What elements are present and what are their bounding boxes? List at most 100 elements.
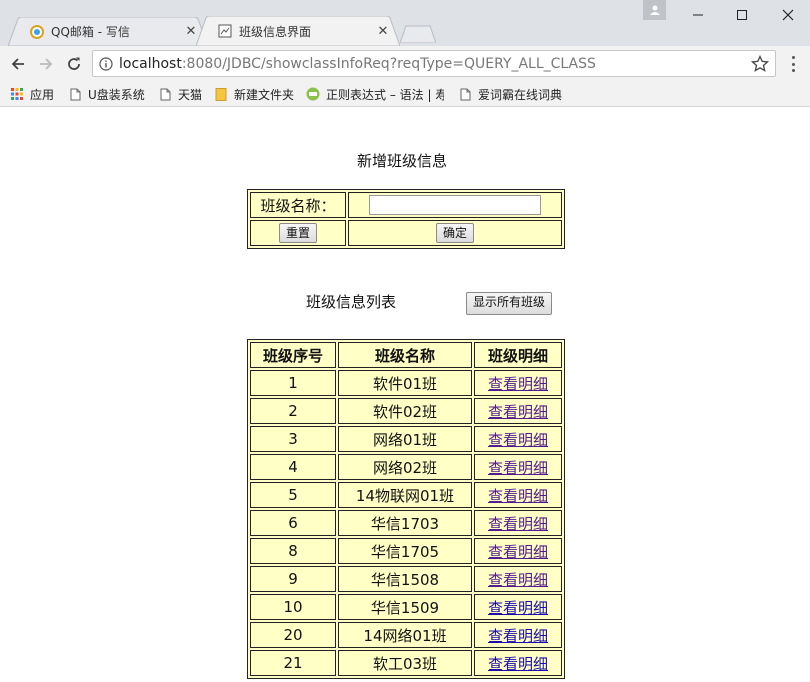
tab-class-info[interactable]: 班级信息界面 ✕ — [196, 16, 400, 46]
view-detail-link[interactable]: 查看明细 — [488, 403, 548, 421]
class-detail-cell: 查看明细 — [474, 398, 562, 424]
page-icon — [218, 24, 232, 38]
class-name-cell: 软件02班 — [338, 398, 472, 424]
back-button[interactable] — [8, 54, 28, 74]
view-detail-link[interactable]: 查看明细 — [488, 599, 548, 617]
bookmark-regex[interactable]: 正则表达式 – 语法 | 寿 — [306, 86, 444, 102]
reload-button[interactable] — [64, 54, 84, 74]
class-name-cell: 网络02班 — [338, 454, 472, 480]
bookmark-upan[interactable]: U盘装系统 — [68, 86, 145, 102]
class-detail-cell: 查看明细 — [474, 650, 562, 676]
tab-qq-mail[interactable]: QQ邮箱 - 写信 ✕ — [8, 17, 208, 46]
class-name-cell: 华信1509 — [338, 594, 472, 620]
class-name-cell: 软工03班 — [338, 650, 472, 676]
class-id-cell: 20 — [250, 622, 336, 648]
page-icon — [458, 87, 472, 101]
tab-title: 班级信息界面 — [239, 24, 312, 39]
new-tab-button[interactable] — [400, 25, 436, 43]
apps-grid-icon — [10, 87, 24, 101]
class-detail-cell: 查看明细 — [474, 454, 562, 480]
url-host: localhost — [119, 55, 182, 72]
tab-title: QQ邮箱 - 写信 — [51, 25, 130, 39]
column-header-detail: 班级明细 — [474, 342, 562, 368]
bookmark-label: 正则表达式 – 语法 | 寿 — [326, 87, 444, 102]
reset-button[interactable]: 重置 — [278, 223, 317, 243]
class-name-cell: 华信1705 — [338, 538, 472, 564]
close-icon[interactable]: ✕ — [376, 24, 390, 39]
browser-toolbar: localhost:8080/JDBC/showclassInfoReq?req… — [0, 46, 810, 82]
bookmark-label: 天猫 — [178, 87, 203, 102]
class-name-cell: 14网络01班 — [338, 622, 472, 648]
forward-button[interactable] — [36, 54, 56, 74]
class-detail-cell: 查看明细 — [474, 538, 562, 564]
menu-dots-icon[interactable] — [786, 56, 800, 72]
bookmark-apps[interactable]: 应用 — [10, 86, 54, 102]
table-row: 9 华信1508 查看明细 — [250, 566, 562, 592]
confirm-button[interactable]: 确定 — [435, 223, 474, 243]
view-detail-link[interactable]: 查看明细 — [488, 571, 548, 589]
table-header-row: 班级序号 班级名称 班级明细 — [250, 342, 562, 368]
class-detail-cell: 查看明细 — [474, 426, 562, 452]
view-detail-link[interactable]: 查看明细 — [488, 627, 548, 645]
folder-icon — [214, 87, 228, 101]
table-row: 5 14物联网01班 查看明细 — [250, 482, 562, 508]
class-id-cell: 9 — [250, 566, 336, 592]
table-row: 20 14网络01班 查看明细 — [250, 622, 562, 648]
bookmarks-bar: 应用 U盘装系统 天猫 新建文件夹 正则表达式 – 语法 | 寿 爱词霸在线词典 — [0, 82, 810, 107]
class-id-cell: 1 — [250, 370, 336, 396]
class-name-input[interactable] — [369, 195, 541, 215]
bookmark-tmall[interactable]: 天猫 — [158, 86, 202, 102]
regex-site-icon — [306, 87, 320, 101]
qq-mail-icon — [30, 24, 44, 39]
table-row: 2 软件02班 查看明细 — [250, 398, 562, 424]
class-name-cell: 华信1703 — [338, 510, 472, 536]
bookmark-star-icon[interactable] — [751, 55, 769, 73]
bookmark-label: 爱词霸在线词典 — [478, 87, 563, 102]
view-detail-link[interactable]: 查看明细 — [488, 543, 548, 561]
class-id-cell: 6 — [250, 510, 336, 536]
reload-icon — [68, 57, 80, 70]
class-list-body: 1 软件01班 查看明细 2 软件02班 查看明细 3 网络01班 查看明细 4 网络02班 查看明细… — [250, 370, 562, 676]
class-detail-cell: 查看明细 — [474, 594, 562, 620]
add-class-heading: 新增班级信息 — [357, 152, 448, 170]
table-row: 10 华信1509 查看明细 — [250, 594, 562, 620]
table-row: 3 网络01班 查看明细 — [250, 426, 562, 452]
user-icon[interactable] — [643, 0, 666, 20]
info-icon[interactable] — [99, 56, 113, 71]
close-window-button[interactable] — [766, 0, 810, 30]
class-id-cell: 4 — [250, 454, 336, 480]
class-detail-cell: 查看明细 — [474, 510, 562, 536]
show-all-classes-button[interactable]: 显示所有班级 — [466, 292, 553, 315]
bookmark-iciba[interactable]: 爱词霸在线词典 — [458, 86, 562, 102]
back-arrow-icon — [11, 58, 24, 70]
minimize-button[interactable] — [676, 0, 720, 30]
bookmark-label: U盘装系统 — [88, 87, 145, 102]
maximize-button[interactable] — [720, 0, 764, 30]
url-path: :8080/JDBC/showclassInfoReq?reqType=QUER… — [181, 55, 596, 72]
table-row: 8 华信1705 查看明细 — [250, 538, 562, 564]
bookmark-new-folder[interactable]: 新建文件夹 — [214, 86, 294, 102]
column-header-id: 班级序号 — [250, 342, 336, 368]
view-detail-link[interactable]: 查看明细 — [488, 431, 548, 449]
url-text: localhost:8080/JDBC/showclassInfoReq?req… — [119, 56, 596, 72]
add-class-form: 班级名称： 重置 确定 — [247, 189, 565, 249]
class-name-input-cell — [348, 192, 562, 218]
view-detail-link[interactable]: 查看明细 — [488, 515, 548, 533]
view-detail-link[interactable]: 查看明细 — [488, 459, 548, 477]
table-row: 6 华信1703 查看明细 — [250, 510, 562, 536]
forward-arrow-icon — [40, 58, 53, 70]
view-detail-link[interactable]: 查看明细 — [488, 655, 548, 673]
bookmark-label: 应用 — [30, 87, 55, 102]
class-name-label: 班级名称： — [260, 196, 336, 215]
page-content: 新增班级信息 班级名称： 重置 确定 班级信息列表 显示所有班级 班级序号 班级… — [0, 107, 810, 682]
address-bar[interactable]: localhost:8080/JDBC/showclassInfoReq?req… — [92, 50, 776, 77]
class-list-heading: 班级信息列表 — [306, 293, 397, 311]
class-detail-cell: 查看明细 — [474, 622, 562, 648]
class-detail-cell: 查看明细 — [474, 370, 562, 396]
view-detail-link[interactable]: 查看明细 — [488, 487, 548, 505]
view-detail-link[interactable]: 查看明细 — [488, 375, 548, 393]
title-bar: QQ邮箱 - 写信 ✕ 班级信息界面 ✕ — [0, 0, 810, 46]
class-id-cell: 21 — [250, 650, 336, 676]
column-header-name: 班级名称 — [338, 342, 472, 368]
class-name-label-cell: 班级名称： — [250, 192, 346, 218]
